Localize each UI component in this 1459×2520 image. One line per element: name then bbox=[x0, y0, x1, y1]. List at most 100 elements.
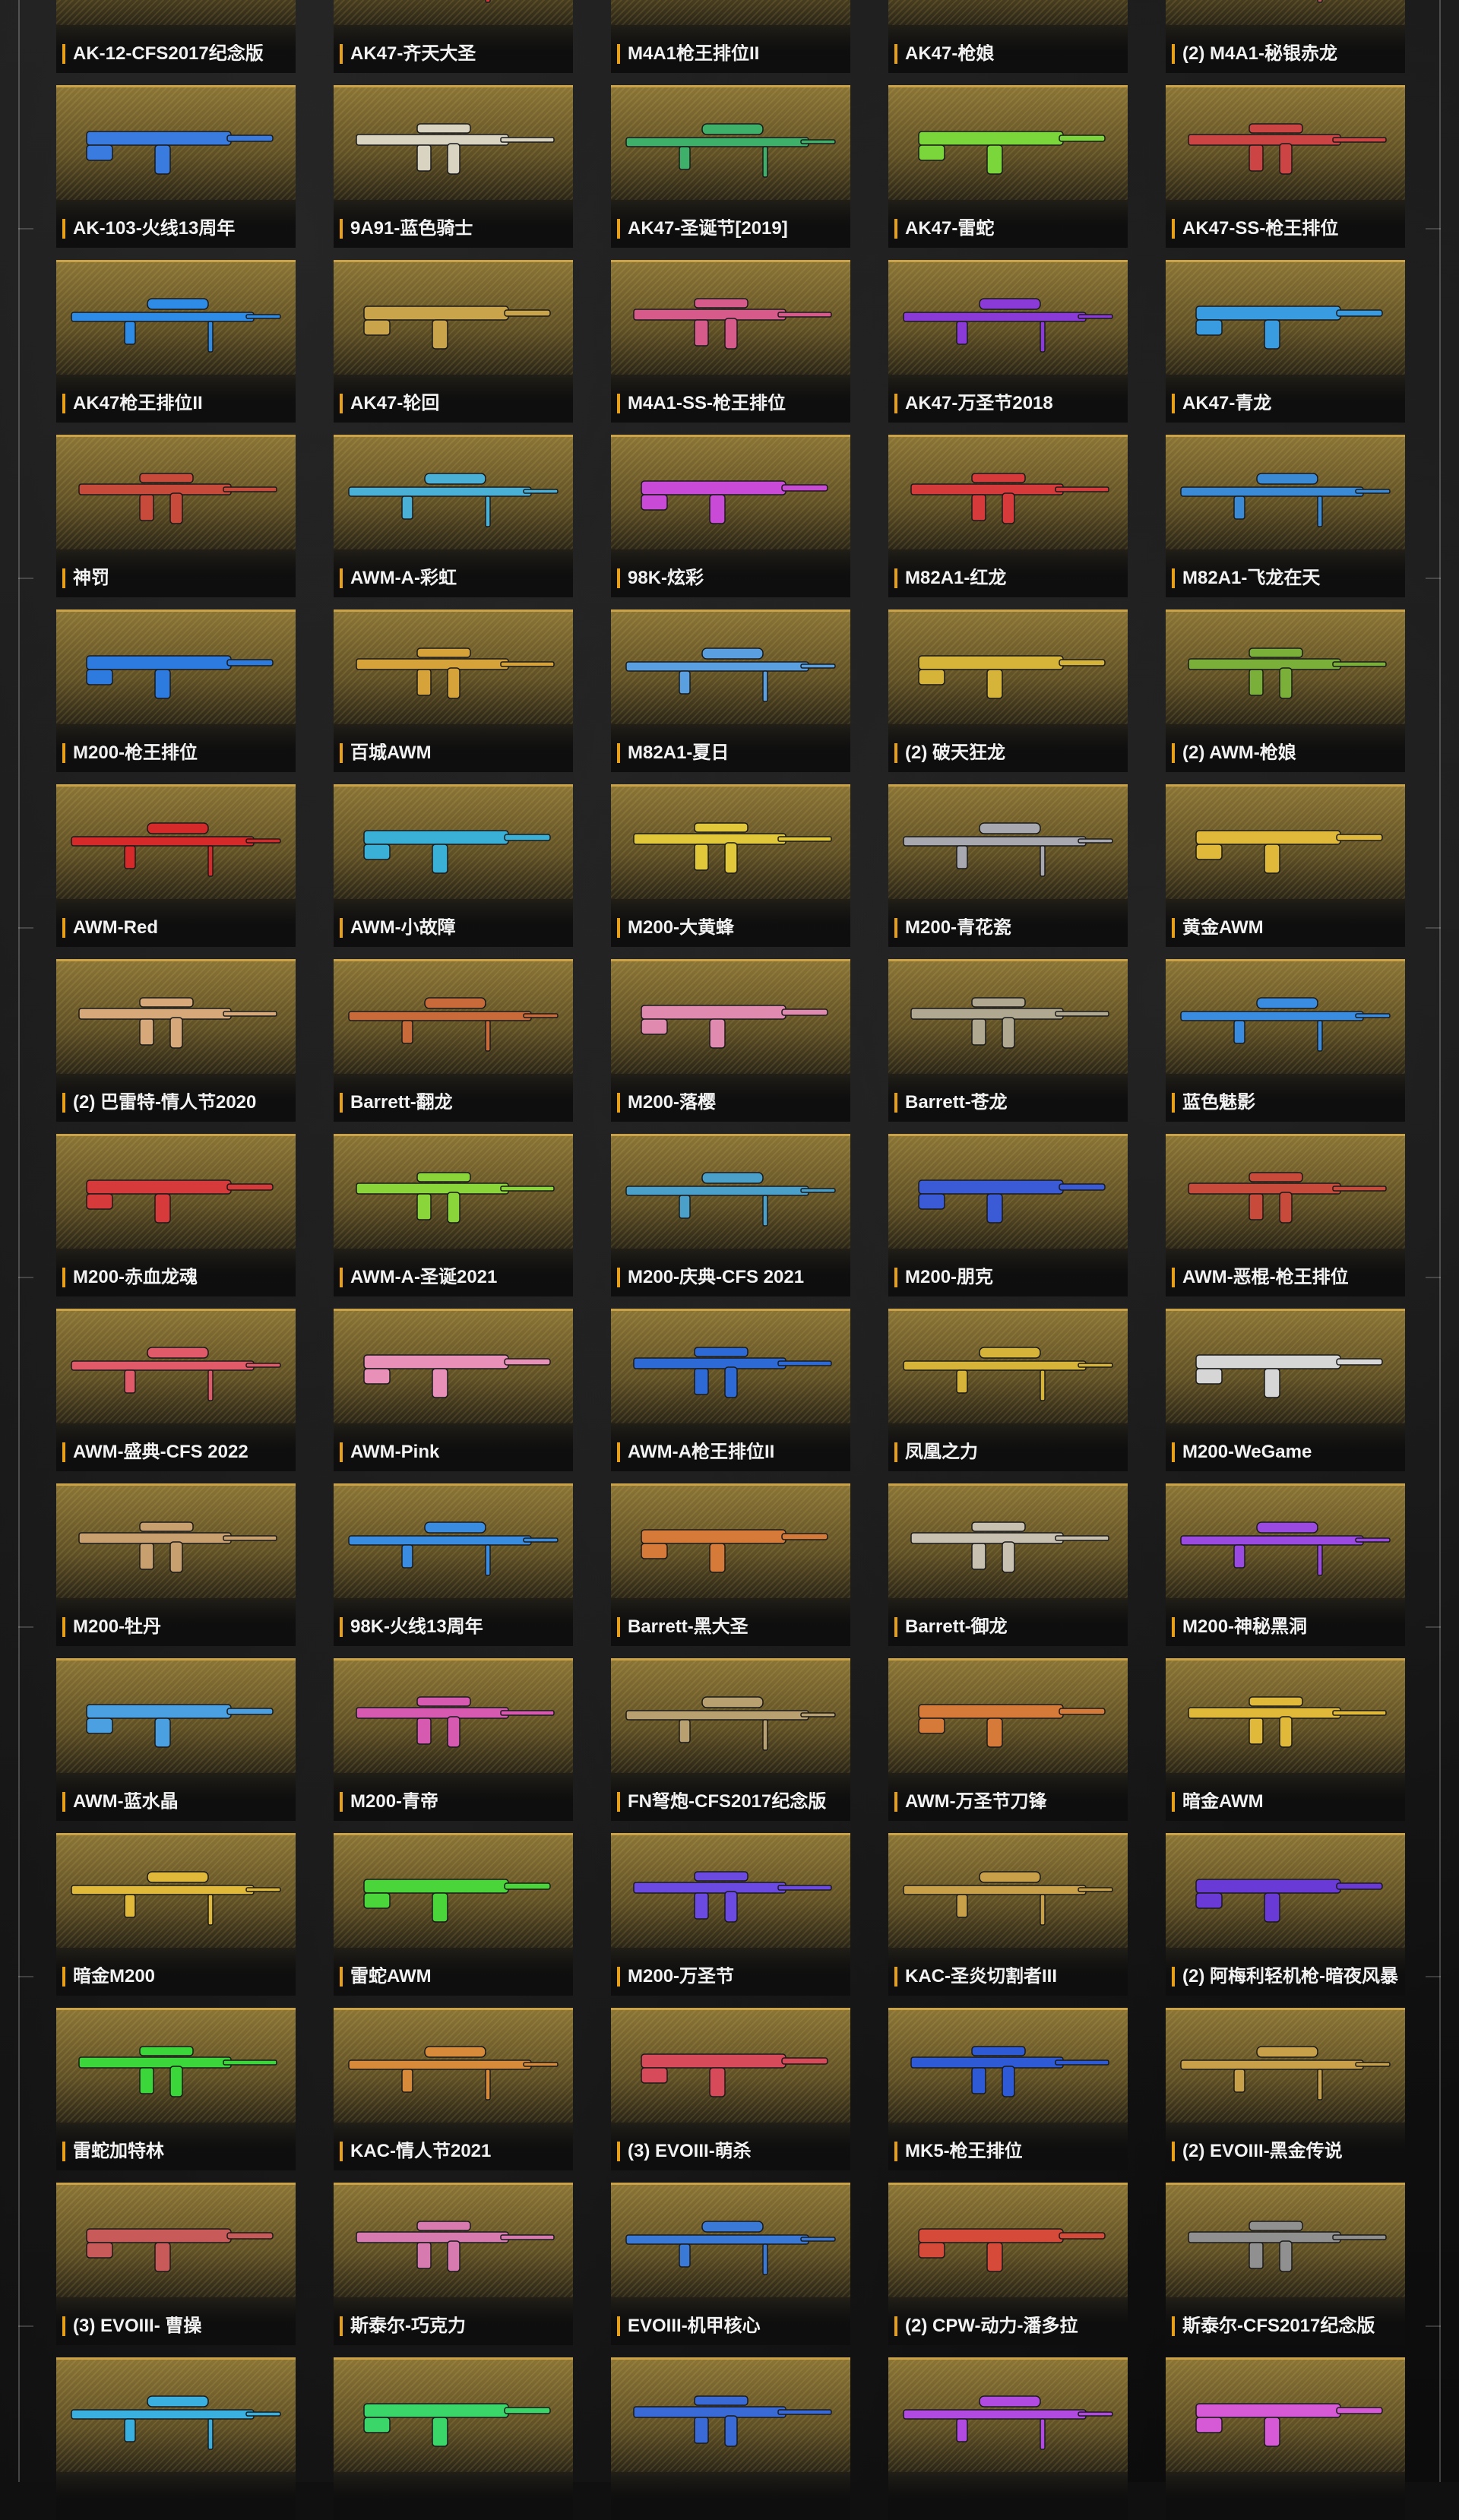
weapon-card[interactable]: AWM-万圣节刀锋 bbox=[888, 1658, 1128, 1821]
weapon-image bbox=[56, 1483, 296, 1598]
weapon-card[interactable]: AWM-A-彩虹 bbox=[334, 435, 573, 597]
weapon-card[interactable]: 98K-火线13周年 bbox=[334, 1483, 573, 1646]
weapon-card[interactable]: 凤凰之力 bbox=[888, 1309, 1128, 1471]
weapon-silhouette-icon bbox=[86, 655, 274, 699]
label-bar bbox=[334, 2470, 573, 2520]
weapon-card[interactable]: AWM-小故障 bbox=[334, 784, 573, 947]
weapon-image bbox=[1166, 1309, 1405, 1423]
weapon-image bbox=[888, 2357, 1128, 2472]
weapon-card[interactable]: Barrett-御龙 bbox=[888, 1483, 1128, 1646]
weapon-card[interactable]: AK47-齐天大圣 bbox=[334, 0, 573, 73]
weapon-silhouette-icon bbox=[641, 480, 828, 524]
weapon-card[interactable]: AK-12-CFS2017纪念版 bbox=[56, 0, 296, 73]
weapon-card[interactable]: M200-牡丹 bbox=[56, 1483, 296, 1646]
weapon-card[interactable]: (2) AWM-枪娘 bbox=[1166, 609, 1405, 772]
weapon-card[interactable]: M200-赤血龙魂 bbox=[56, 1134, 296, 1296]
weapon-card[interactable]: M200-青花瓷 bbox=[888, 784, 1128, 947]
weapon-card[interactable]: AK47-SS-枪王排位 bbox=[1166, 85, 1405, 248]
weapon-card[interactable]: M200-朋克 bbox=[888, 1134, 1128, 1296]
weapon-name: Barrett-苍龙 bbox=[894, 1093, 1125, 1113]
weapon-card[interactable]: M200-落樱 bbox=[611, 959, 850, 1122]
weapon-card[interactable]: 暗金AWM bbox=[1166, 1658, 1405, 1821]
weapon-card[interactable]: M200-枪王排位 bbox=[56, 609, 296, 772]
weapon-card[interactable]: 斯泰尔-巧克力 bbox=[334, 2183, 573, 2345]
weapon-silhouette-icon bbox=[1180, 473, 1391, 527]
weapon-card[interactable]: AWM-A-圣诞2021 bbox=[334, 1134, 573, 1296]
weapon-card[interactable]: M200-万圣节 bbox=[611, 1833, 850, 1996]
weapon-card[interactable]: 斯泰尔-CFS2017纪念版 bbox=[1166, 2183, 1405, 2345]
weapon-card[interactable]: AWM-盛典-CFS 2022 bbox=[56, 1309, 296, 1471]
weapon-card[interactable]: Barrett-黑大圣 bbox=[611, 1483, 850, 1646]
weapon-card[interactable]: M82A1-飞龙在天 bbox=[1166, 435, 1405, 597]
weapon-card[interactable]: AWM-蓝水晶 bbox=[56, 1658, 296, 1821]
weapon-image bbox=[56, 784, 296, 899]
weapon-image bbox=[888, 959, 1128, 1074]
weapon-image bbox=[334, 1658, 573, 1773]
weapon-card[interactable]: AK47-雷蛇 bbox=[888, 85, 1128, 248]
weapon-card[interactable]: M200-大黄蜂 bbox=[611, 784, 850, 947]
weapon-card[interactable] bbox=[334, 2357, 573, 2520]
weapon-card[interactable]: Barrett-苍龙 bbox=[888, 959, 1128, 1122]
weapon-card[interactable]: 蓝色魅影 bbox=[1166, 959, 1405, 1122]
weapon-card[interactable]: M200-庆典-CFS 2021 bbox=[611, 1134, 850, 1296]
weapon-name: AK-103-火线13周年 bbox=[62, 219, 293, 239]
weapon-card[interactable]: AK47枪王排位II bbox=[56, 260, 296, 423]
weapon-card[interactable]: AK47-枪娘 bbox=[888, 0, 1128, 73]
weapon-card[interactable] bbox=[888, 2357, 1128, 2520]
weapon-card[interactable]: AK47-圣诞节[2019] bbox=[611, 85, 850, 248]
weapon-card[interactable]: KAC-圣炎切割者III bbox=[888, 1833, 1128, 1996]
weapon-card[interactable]: (3) EVOIII- 曹操 bbox=[56, 2183, 296, 2345]
weapon-card[interactable]: AWM-恶棍-枪王排位 bbox=[1166, 1134, 1405, 1296]
weapon-card[interactable]: AK-103-火线13周年 bbox=[56, 85, 296, 248]
weapon-card[interactable]: MK5-枪王排位 bbox=[888, 2008, 1128, 2170]
weapon-silhouette-icon bbox=[918, 2228, 1106, 2272]
weapon-name: EVOIII-机甲核心 bbox=[617, 2316, 847, 2336]
weapon-card[interactable]: M82A1-夏日 bbox=[611, 609, 850, 772]
weapon-card[interactable]: M82A1-红龙 bbox=[888, 435, 1128, 597]
weapon-card[interactable]: M4A1-SS-枪王排位 bbox=[611, 260, 850, 423]
weapon-name: (2) M4A1-秘银赤龙 bbox=[1172, 44, 1402, 64]
weapon-card[interactable]: M200-神秘黑洞 bbox=[1166, 1483, 1405, 1646]
weapon-card[interactable]: AK47-轮回 bbox=[334, 260, 573, 423]
weapon-image bbox=[334, 85, 573, 200]
weapon-silhouette-icon bbox=[348, 997, 559, 1052]
weapon-card[interactable]: AK47-青龙 bbox=[1166, 260, 1405, 423]
weapon-name: M200-青花瓷 bbox=[894, 918, 1125, 938]
weapon-card[interactable]: (2) 巴雷特-情人节2020 bbox=[56, 959, 296, 1122]
weapon-card[interactable]: M200-WeGame bbox=[1166, 1309, 1405, 1471]
weapon-name: 雷蛇AWM bbox=[340, 1967, 570, 1987]
weapon-card[interactable]: 9A91-蓝色骑士 bbox=[334, 85, 573, 248]
weapon-card[interactable]: 暗金M200 bbox=[56, 1833, 296, 1996]
weapon-card[interactable]: 百城AWM bbox=[334, 609, 573, 772]
weapon-card[interactable]: (2) EVOIII-黑金传说 bbox=[1166, 2008, 1405, 2170]
weapon-card[interactable]: (2) CPW-动力-潘多拉 bbox=[888, 2183, 1128, 2345]
weapon-card[interactable]: M4A1枪王排位II bbox=[611, 0, 850, 73]
weapon-card[interactable]: AWM-Pink bbox=[334, 1309, 573, 1471]
weapon-card[interactable]: AK47-万圣节2018 bbox=[888, 260, 1128, 423]
weapon-card[interactable]: AWM-Red bbox=[56, 784, 296, 947]
weapon-card[interactable]: (3) EVOIII-萌杀 bbox=[611, 2008, 850, 2170]
weapon-image bbox=[1166, 1833, 1405, 1948]
weapon-card[interactable]: FN弩炮-CFS2017纪念版 bbox=[611, 1658, 850, 1821]
weapon-card[interactable]: Barrett-翻龙 bbox=[334, 959, 573, 1122]
weapon-card[interactable] bbox=[1166, 2357, 1405, 2520]
weapon-card[interactable]: 神罚 bbox=[56, 435, 296, 597]
weapon-card[interactable] bbox=[611, 2357, 850, 2520]
weapon-card[interactable]: (2) 破天狂龙 bbox=[888, 609, 1128, 772]
weapon-card[interactable]: (2) M4A1-秘银赤龙 bbox=[1166, 0, 1405, 73]
weapon-card[interactable]: 98K-炫彩 bbox=[611, 435, 850, 597]
weapon-card[interactable]: (2) 阿梅利轻机枪-暗夜风暴 bbox=[1166, 1833, 1405, 1996]
weapon-card[interactable]: AWM-A枪王排位II bbox=[611, 1309, 850, 1471]
weapon-card[interactable]: 雷蛇AWM bbox=[334, 1833, 573, 1996]
weapon-card[interactable]: M200-青帝 bbox=[334, 1658, 573, 1821]
weapon-name: Barrett-黑大圣 bbox=[617, 1617, 847, 1637]
weapon-card[interactable]: 黄金AWM bbox=[1166, 784, 1405, 947]
weapon-card[interactable] bbox=[56, 2357, 296, 2520]
weapon-card[interactable]: EVOIII-机甲核心 bbox=[611, 2183, 850, 2345]
weapon-silhouette-icon bbox=[356, 1696, 555, 1748]
weapon-silhouette-icon bbox=[1195, 1879, 1383, 1923]
weapon-name: AK47-万圣节2018 bbox=[894, 394, 1125, 413]
weapon-card[interactable]: 雷蛇加特林 bbox=[56, 2008, 296, 2170]
weapon-silhouette-icon bbox=[1180, 2046, 1391, 2101]
weapon-card[interactable]: KAC-情人节2021 bbox=[334, 2008, 573, 2170]
